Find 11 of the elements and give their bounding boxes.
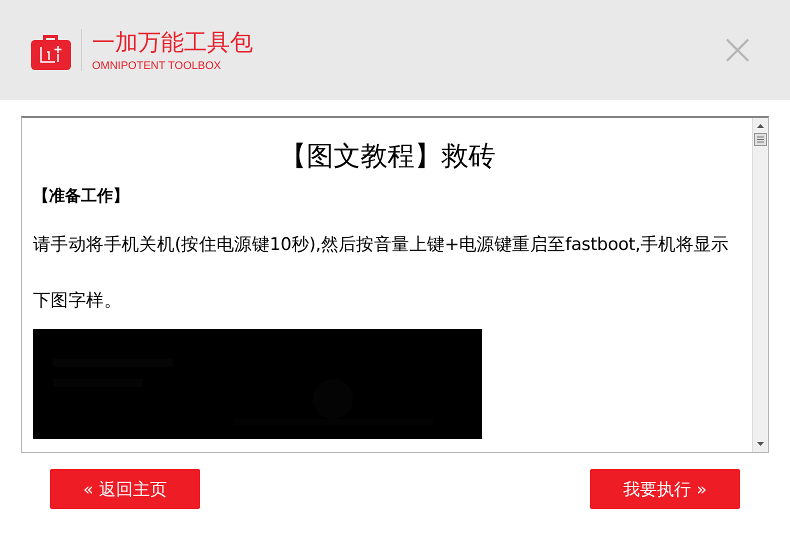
- scrollbar[interactable]: [752, 118, 768, 452]
- app-subtitle: OMNIPOTENT TOOLBOX: [92, 60, 222, 72]
- scroll-down-icon[interactable]: [756, 441, 765, 447]
- section-heading: 【准备工作】: [33, 186, 130, 207]
- scroll-thumb-icon[interactable]: [754, 133, 767, 146]
- execute-button[interactable]: 我要执行 »: [590, 469, 740, 509]
- back-home-button[interactable]: « 返回主页: [50, 469, 200, 509]
- app-title: 一加万能工具包: [92, 28, 253, 56]
- instruction-paragraph: 请手动将手机关机(按住电源键10秒),然后按音量上键+电源键重启至fastboot,手机将显示下图字样。: [33, 234, 730, 313]
- scroll-up-icon[interactable]: [756, 123, 765, 129]
- article-heading: 【图文教程】救砖: [278, 140, 496, 173]
